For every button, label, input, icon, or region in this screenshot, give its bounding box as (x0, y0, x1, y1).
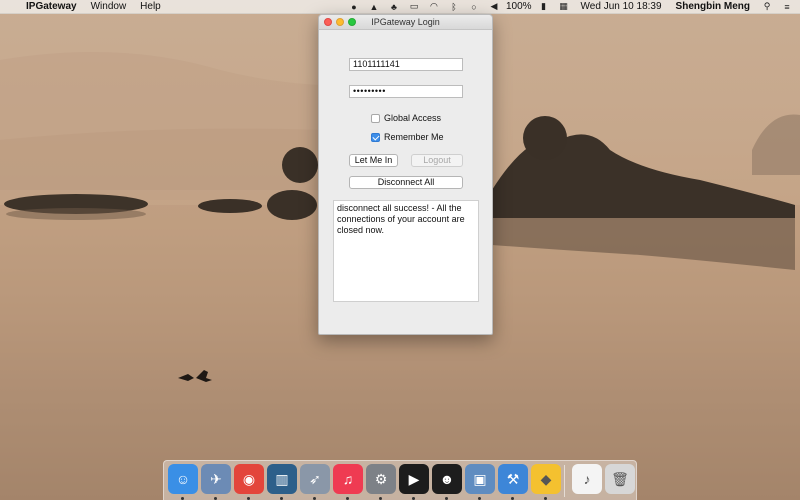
global-access-checkbox[interactable] (371, 113, 380, 123)
help-menu[interactable]: Help (133, 0, 168, 14)
minimize-window-button[interactable] (336, 18, 344, 26)
trash-icon[interactable]: 🗑 (605, 464, 635, 494)
xcode-icon[interactable]: ⚒ (498, 464, 528, 494)
password-field[interactable]: ••••••••• (349, 85, 463, 98)
app-menu[interactable]: IPGateway (19, 0, 84, 14)
remember-me-label: Remember Me (384, 132, 444, 142)
window-menu[interactable]: Window (84, 0, 134, 14)
window-title: IPGateway Login (371, 17, 440, 27)
logout-button[interactable]: Logout (411, 154, 463, 167)
close-window-button[interactable] (324, 18, 332, 26)
dock-separator (564, 465, 565, 497)
image-capture-icon[interactable]: ▣ (465, 464, 495, 494)
remember-me-option[interactable]: Remember Me (371, 131, 444, 143)
wifi-icon[interactable]: ◠ (427, 1, 441, 12)
user-menu[interactable]: Shengbin Meng (669, 0, 757, 14)
flag-icon[interactable]: ▦ (557, 1, 571, 12)
music-file-icon[interactable]: ♪ (572, 464, 602, 494)
remember-me-checkbox[interactable] (371, 132, 380, 142)
chat-icon[interactable]: ○ (467, 2, 481, 12)
let-me-in-button[interactable]: Let Me In (349, 154, 398, 167)
launchpad-icon[interactable]: ➶ (300, 464, 330, 494)
qq-icon[interactable]: ● (347, 2, 361, 12)
global-access-option[interactable]: Global Access (371, 112, 441, 124)
chrome-icon[interactable]: ◉ (234, 464, 264, 494)
volume-icon[interactable]: ◀ (487, 1, 501, 12)
menu-bar: IPGateway Window Help ● ▲ ♣ ▭ ◠ ᛒ ○ ◀ 10… (0, 0, 800, 14)
battery-icon[interactable]: ▮ (537, 1, 551, 12)
terminal-icon[interactable]: ▶ (399, 464, 429, 494)
sketch-icon[interactable]: ◆ (531, 464, 561, 494)
display-icon[interactable]: ▭ (407, 1, 421, 12)
disconnect-all-button[interactable]: Disconnect All (349, 176, 463, 189)
login-window: IPGateway Login 1101111141 ••••••••• Glo… (318, 14, 493, 335)
notification-center-icon[interactable]: ≡ (780, 2, 794, 12)
battery-percentage[interactable]: 100% (504, 0, 534, 14)
system-preferences-icon[interactable]: ⚙ (366, 464, 396, 494)
wechat-icon[interactable]: ♣ (387, 2, 401, 12)
clock[interactable]: Wed Jun 10 18:39 (574, 0, 669, 14)
spotlight-search-icon[interactable]: ⚲ (760, 1, 774, 12)
dock: ☺ ✈ ◉ ▥ ➶ ♫ ⚙ ▶ ☻ ▣ ⚒ ◆ ♪ 🗑 (163, 460, 637, 500)
window-title-bar[interactable]: IPGateway Login (319, 15, 492, 30)
preview-icon[interactable]: ✈ (201, 464, 231, 494)
itunes-icon[interactable]: ♫ (333, 464, 363, 494)
qq-icon[interactable]: ☻ (432, 464, 462, 494)
app-icon[interactable]: ▲ (367, 2, 381, 12)
status-message-area[interactable]: disconnect all success! - All the connec… (333, 200, 479, 302)
global-access-label: Global Access (384, 113, 442, 123)
finder-icon[interactable]: ☺ (168, 464, 198, 494)
menu-bar-status-area: ● ▲ ♣ ▭ ◠ ᛒ ○ ◀ 100% ▮ ▦ Wed Jun 10 18:3… (344, 0, 800, 14)
mission-control-icon[interactable]: ▥ (267, 464, 297, 494)
zoom-window-button[interactable] (348, 18, 356, 26)
username-field[interactable]: 1101111141 (349, 58, 463, 71)
bluetooth-icon[interactable]: ᛒ (447, 2, 461, 12)
